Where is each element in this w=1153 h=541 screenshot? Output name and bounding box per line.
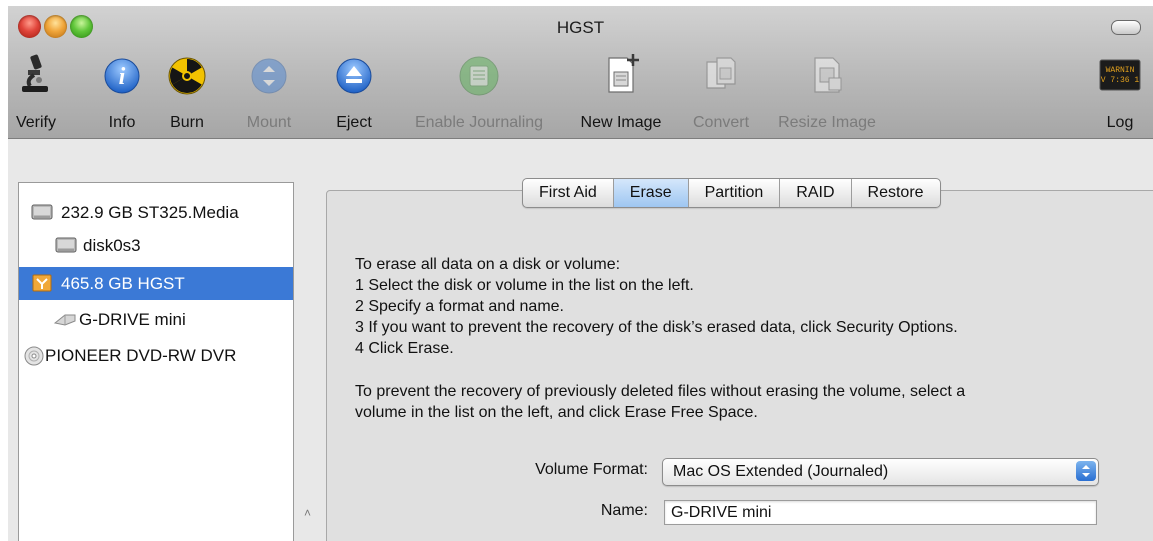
volume-name-field[interactable]	[664, 500, 1097, 525]
convert-label: Convert	[692, 114, 750, 131]
sidebar-item-label: 465.8 GB HGST	[61, 274, 185, 293]
drive-volume-icon	[53, 314, 76, 326]
new-image-icon	[608, 54, 639, 93]
tab-partition[interactable]: Partition	[689, 179, 781, 207]
enable-journaling-label: Enable Journaling	[414, 114, 544, 131]
toolbar: HGST Verify i Info Burn Mount Eject Enab…	[8, 6, 1153, 139]
volume-format-label: Volume Format:	[535, 461, 648, 478]
external-disk-icon	[32, 274, 52, 292]
verify-button[interactable]: Verify	[10, 52, 62, 134]
internal-disk-icon	[31, 204, 53, 220]
radiation-icon	[168, 57, 206, 95]
sidebar-item-st325-disk[interactable]: 232.9 GB ST325.Media	[19, 196, 293, 229]
instructions-intro: To erase all data on a disk or volume:	[355, 256, 621, 273]
mount-icon	[251, 58, 287, 94]
new-image-button[interactable]: New Image	[571, 52, 671, 134]
info-icon: i	[104, 58, 140, 94]
tab-erase[interactable]: Erase	[613, 179, 689, 207]
burn-label: Burn	[170, 114, 204, 131]
resize-image-icon	[814, 57, 842, 93]
sidebar-item-label: 232.9 GB ST325.Media	[61, 203, 239, 222]
svg-text:i: i	[119, 64, 126, 90]
disk-utility-window: HGST Verify i Info Burn Mount Eject Enab…	[8, 6, 1153, 541]
eject-label: Eject	[336, 114, 372, 131]
volume-icon	[55, 237, 77, 253]
log-button[interactable]: WARNIN V 7:36 1 Log	[1096, 52, 1144, 134]
erase-instructions: To erase all data on a disk or volume: 1…	[355, 254, 1145, 423]
burn-button[interactable]: Burn	[162, 52, 212, 134]
sidebar-resize-handle[interactable]: ˄	[304, 506, 311, 520]
info-label: Info	[108, 114, 136, 131]
sidebar-item-label: PIONEER DVD-RW DVR	[45, 346, 237, 365]
toolbar-toggle-button[interactable]	[1111, 20, 1141, 35]
verify-label: Verify	[15, 114, 56, 131]
console-log-icon: WARNIN V 7:36 1	[1099, 59, 1141, 91]
volume-format-select[interactable]: Mac OS Extended (Journaled)	[662, 458, 1099, 486]
window-title: HGST	[556, 18, 605, 37]
new-image-label: New Image	[580, 114, 662, 131]
convert-button[interactable]: Convert	[683, 52, 759, 134]
tab-bar: First Aid Erase Partition RAID Restore	[522, 178, 941, 208]
select-arrows-icon	[1076, 461, 1096, 481]
tab-first-aid[interactable]: First Aid	[523, 179, 614, 207]
instructions-step-1: 1 Select the disk or volume in the list …	[355, 277, 694, 294]
enable-journaling-button[interactable]: Enable Journaling	[400, 52, 558, 134]
instructions-prevent-line-2: volume in the list on the left, and clic…	[355, 404, 758, 421]
disk-list-sidebar: 232.9 GB ST325.Media disk0s3 465.8 GB HG…	[18, 182, 294, 541]
journal-icon	[459, 56, 499, 96]
sidebar-item-pioneer-dvd[interactable]: PIONEER DVD-RW DVR	[19, 339, 293, 372]
volume-format-value: Mac OS Extended (Journaled)	[673, 463, 889, 480]
sidebar-item-hgst-disk[interactable]: 465.8 GB HGST	[19, 267, 293, 300]
resize-image-label: Resize Image	[778, 114, 876, 131]
sidebar-item-disk0s3[interactable]: disk0s3	[19, 229, 293, 262]
convert-icon	[706, 57, 736, 89]
instructions-step-4: 4 Click Erase.	[355, 340, 454, 357]
sidebar-item-g-drive-mini[interactable]: G-DRIVE mini	[19, 303, 293, 336]
microscope-icon	[22, 54, 48, 92]
sidebar-item-label: disk0s3	[83, 236, 141, 255]
tab-restore[interactable]: Restore	[852, 179, 940, 207]
log-label: Log	[1106, 114, 1134, 131]
tab-raid[interactable]: RAID	[780, 179, 852, 207]
name-label: Name:	[600, 502, 648, 519]
instructions-step-2: 2 Specify a format and name.	[355, 298, 564, 315]
eject-button[interactable]: Eject	[326, 52, 382, 134]
log-icon-text-2: V 7:36 1	[1101, 76, 1140, 85]
eject-icon	[336, 58, 372, 94]
info-button[interactable]: i Info	[96, 52, 148, 134]
mount-button[interactable]: Mount	[233, 52, 305, 134]
mount-label: Mount	[246, 114, 292, 131]
instructions-prevent-line-1: To prevent the recovery of previously de…	[355, 383, 966, 400]
optical-drive-icon	[24, 346, 44, 366]
sidebar-item-label: G-DRIVE mini	[79, 310, 186, 329]
log-icon-text-1: WARNIN	[1106, 66, 1135, 75]
resize-image-button[interactable]: Resize Image	[771, 52, 883, 134]
instructions-step-3: 3 If you want to prevent the recovery of…	[355, 319, 958, 336]
